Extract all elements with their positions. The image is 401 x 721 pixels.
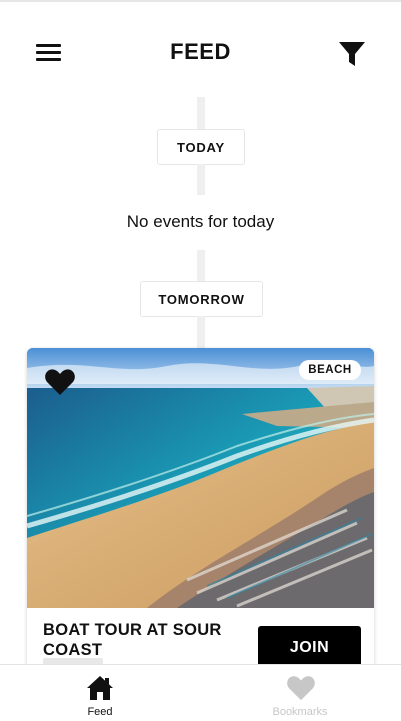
beach-aerial-image bbox=[27, 348, 374, 608]
tab-label-bookmarks: Bookmarks bbox=[272, 706, 328, 718]
timeline-connector bbox=[197, 97, 205, 130]
tab-label-feed: Feed bbox=[87, 706, 113, 718]
filter-funnel-icon bbox=[339, 42, 365, 66]
home-icon bbox=[87, 676, 113, 700]
tab-bookmarks[interactable]: Bookmarks bbox=[200, 665, 400, 721]
status-bar-divider bbox=[0, 0, 401, 2]
favorite-button[interactable] bbox=[44, 367, 76, 397]
timeline-connector bbox=[197, 250, 205, 282]
tab-feed[interactable]: Feed bbox=[0, 665, 200, 721]
timeline-connector bbox=[197, 316, 205, 349]
category-tag: BEACH bbox=[299, 360, 361, 380]
empty-state-text: No events for today bbox=[126, 212, 275, 231]
bottom-tab-bar: Feed Bookmarks bbox=[0, 664, 401, 721]
filter-button[interactable] bbox=[336, 39, 368, 69]
heart-filled-icon bbox=[45, 369, 75, 395]
heart-icon bbox=[287, 676, 315, 701]
timeline-connector bbox=[197, 164, 205, 195]
event-title: BOAT TOUR AT SOUR COAST bbox=[43, 621, 222, 659]
date-label-today: TODAY bbox=[157, 129, 245, 165]
app-header: FEED bbox=[0, 24, 401, 84]
date-label-tomorrow: TOMORROW bbox=[140, 281, 263, 317]
event-card[interactable]: BEACH BOAT TOUR AT SOUR COAST JOIN bbox=[27, 348, 374, 688]
